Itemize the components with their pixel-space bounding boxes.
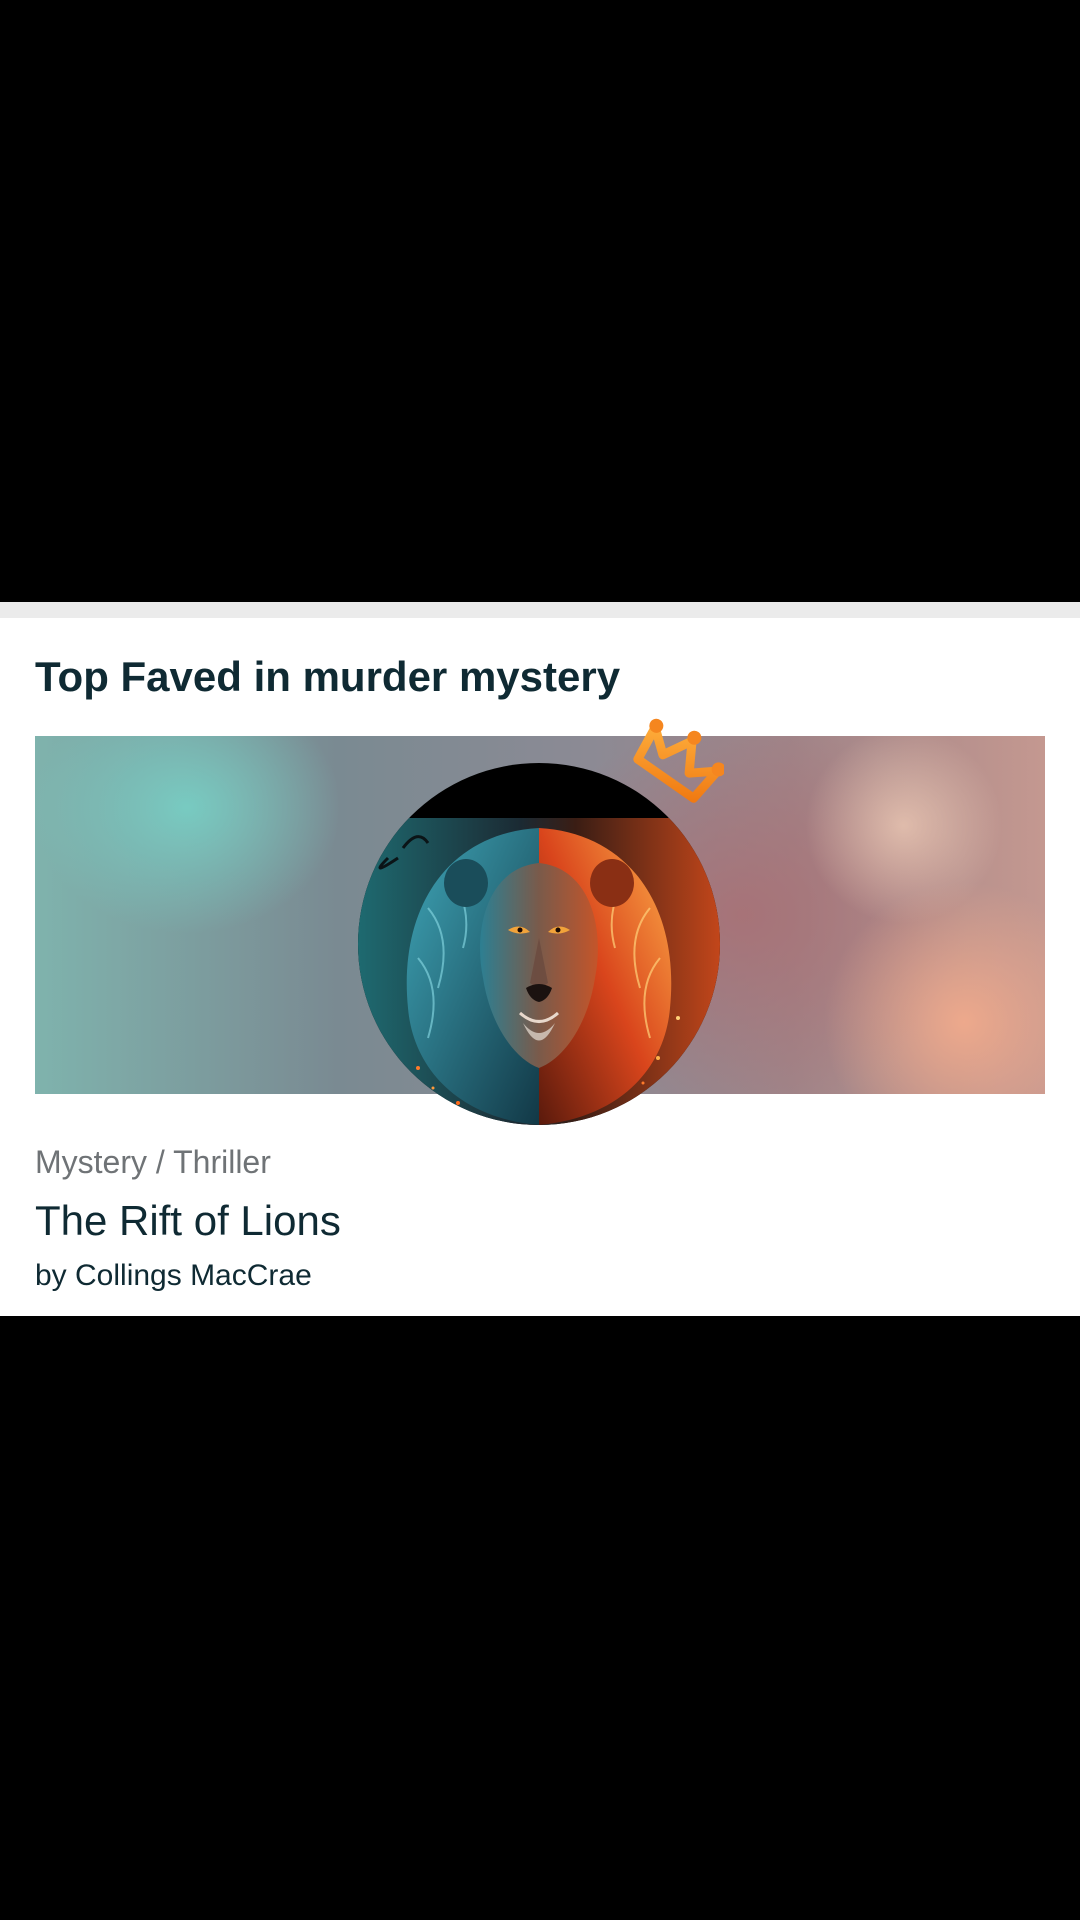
book-genre: Mystery / Thriller: [35, 1144, 271, 1180]
lion-cover-image: [358, 818, 720, 1125]
book-title[interactable]: The Rift of Lions: [35, 1200, 341, 1242]
top-dark-area: [0, 0, 1080, 602]
crown-icon: [633, 718, 724, 803]
book-author: by Collings MacCrae: [35, 1259, 312, 1292]
bottom-dark-area: [0, 1316, 1080, 1920]
section-title: Top Faved in murder mystery: [35, 653, 621, 700]
book-cover[interactable]: [358, 763, 720, 1125]
top-faved-card[interactable]: Top Faved in murder mystery Mystery / Th…: [0, 618, 1080, 1316]
section-divider: [0, 602, 1080, 618]
